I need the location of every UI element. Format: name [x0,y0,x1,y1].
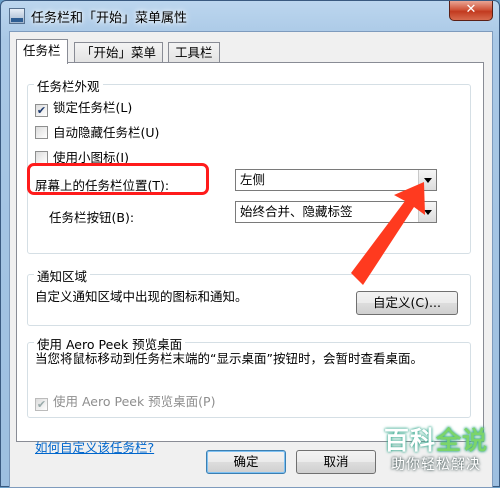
watermark-logo: 百科全说 助你轻松解决 [373,426,499,488]
properties-window: 任务栏和「开始」菜单属性 ✕ 任务栏 「开始」菜单 工具栏 任务栏外观 ✔ 锁定任… [0,0,500,488]
tab-taskbar[interactable]: 任务栏 [16,39,68,64]
annotation-arrow-icon [351,182,425,285]
watermark-title: 百科全说 [383,426,489,455]
watermark-subtitle: 助你轻松解决 [391,457,481,473]
